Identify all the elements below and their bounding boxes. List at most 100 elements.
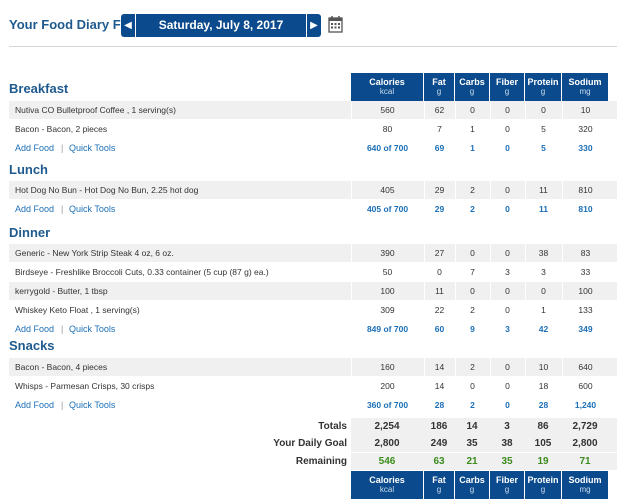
chevron-right-icon: ▶: [310, 20, 318, 31]
diary-title: Your Food Diary For:: [9, 17, 139, 32]
column-unit: g: [504, 485, 510, 494]
column-header-calories: Calories kcal: [351, 471, 423, 499]
column-unit: g: [469, 485, 475, 494]
nutrient-value-fat: 11: [424, 282, 454, 300]
column-name: Protein: [527, 475, 559, 485]
add-food-link[interactable]: Add Food: [15, 320, 54, 338]
food-entry-row[interactable]: Whisps - Parmesan Crisps, 30 crisps 200 14…: [9, 377, 617, 395]
meal-total-fiber: 0: [490, 139, 524, 157]
column-name: Sodium: [568, 475, 602, 485]
column-unit: g: [436, 485, 442, 494]
nutrient-value-sodium: 83: [562, 244, 608, 262]
food-entry-name[interactable]: Birdseye - Freshlike Broccoli Cuts, 0.33…: [15, 263, 269, 281]
food-entry-name[interactable]: Bacon - Bacon, 2 pieces: [15, 120, 107, 138]
column-unit: g: [504, 87, 510, 96]
summary-value-carbs: 35: [466, 438, 478, 449]
food-entry-row[interactable]: Hot Dog No Bun - Hot Dog No Bun, 2.25 ho…: [9, 181, 617, 199]
meal-total-carbs: 1: [455, 139, 489, 157]
nutrient-value-sodium: 600: [562, 377, 608, 395]
meal-title-lunch: Lunch: [9, 162, 48, 177]
food-entry-name[interactable]: Nutiva CO Bulletproof Coffee , 1 serving…: [15, 101, 176, 119]
food-entry-row[interactable]: Whiskey Keto Float , 1 serving(s) 309 22 2 0…: [9, 301, 617, 319]
summary-value-sodium: 2,729: [572, 421, 598, 432]
food-entry-row[interactable]: Generic - New York Strip Steak 4 oz, 6 o…: [9, 244, 617, 262]
current-date: Saturday, July 8, 2017: [158, 18, 284, 32]
quick-tools-link[interactable]: Quick Tools: [69, 320, 115, 338]
chevron-left-icon: ◀: [124, 20, 132, 31]
nutrient-value-fiber: 0: [490, 181, 524, 199]
summary-value-fat: 63: [433, 456, 445, 467]
nutrient-value-calories: 200: [351, 377, 423, 395]
food-entry-name[interactable]: Whiskey Keto Float , 1 serving(s): [15, 301, 140, 319]
meal-total-fat: 69: [424, 139, 454, 157]
nutrient-value-protein: 1: [525, 301, 561, 319]
meal-total-calories: 360 of 700: [351, 396, 423, 414]
previous-day-button[interactable]: ◀: [121, 14, 136, 37]
meal-totals-row: Add Food | Quick Tools 405 of 700 29 2 0 11 810: [9, 200, 617, 218]
nutrient-value-fat: 29: [424, 181, 454, 199]
nutrient-value-calories: 160: [351, 358, 423, 376]
quick-tools-link[interactable]: Quick Tools: [69, 139, 115, 157]
summary-value-sodium: 71: [579, 456, 591, 467]
nutrient-value-fiber: 0: [490, 101, 524, 119]
summary-value-protein: 19: [537, 456, 549, 467]
nutrient-value-calories: 405: [351, 181, 423, 199]
nutrient-value-protein: 5: [525, 120, 561, 138]
meal-totals-row: Add Food | Quick Tools 849 of 700 60 9 3 42 349: [9, 320, 617, 338]
food-entry-name[interactable]: Bacon - Bacon, 4 pieces: [15, 358, 107, 376]
nutrient-value-sodium: 133: [562, 301, 608, 319]
nutrient-value-protein: 18: [525, 377, 561, 395]
food-entry-row[interactable]: Nutiva CO Bulletproof Coffee , 1 serving…: [9, 101, 617, 119]
nutrient-value-fat: 7: [424, 120, 454, 138]
add-food-link[interactable]: Add Food: [15, 139, 54, 157]
column-name: Fiber: [495, 475, 518, 485]
food-entry-name[interactable]: kerrygold - Butter, 1 tbsp: [15, 282, 108, 300]
nutrient-value-sodium: 10: [562, 101, 608, 119]
meal-total-calories: 640 of 700: [351, 139, 423, 157]
food-entry-row[interactable]: Bacon - Bacon, 2 pieces 80 7 1 0 5 320: [9, 120, 617, 138]
link-separator: |: [61, 143, 64, 153]
column-name: Fat: [432, 77, 446, 87]
nutrient-value-calories: 50: [351, 263, 423, 281]
summary-value-fiber: 38: [501, 438, 513, 449]
food-entry-name[interactable]: Generic - New York Strip Steak 4 oz, 6 o…: [15, 244, 174, 262]
meal-total-sodium: 1,240: [562, 396, 608, 414]
column-header-protein: Protein g: [525, 73, 561, 101]
quick-tools-link[interactable]: Quick Tools: [69, 396, 115, 414]
food-entry-name[interactable]: Hot Dog No Bun - Hot Dog No Bun, 2.25 ho…: [15, 181, 198, 199]
column-name: Fiber: [495, 77, 518, 87]
next-day-button[interactable]: ▶: [306, 14, 321, 37]
header-divider: [9, 46, 617, 47]
add-food-link[interactable]: Add Food: [15, 200, 54, 218]
column-header-carbs: Carbs g: [455, 73, 489, 101]
food-entry-row[interactable]: kerrygold - Butter, 1 tbsp 100 11 0 0 0 100: [9, 282, 617, 300]
nutrient-value-protein: 0: [525, 282, 561, 300]
meal-total-fat: 29: [424, 200, 454, 218]
calendar-icon[interactable]: [328, 15, 343, 33]
nutrient-value-protein: 3: [525, 263, 561, 281]
nutrient-value-calories: 80: [351, 120, 423, 138]
column-header-fat: Fat g: [424, 471, 454, 499]
nutrient-value-carbs: 0: [455, 377, 489, 395]
nutrient-value-calories: 390: [351, 244, 423, 262]
nutrient-value-carbs: 2: [455, 181, 489, 199]
food-entry-name[interactable]: Whisps - Parmesan Crisps, 30 crisps: [15, 377, 154, 395]
nutrient-value-fat: 14: [424, 377, 454, 395]
food-entry-row[interactable]: Birdseye - Freshlike Broccoli Cuts, 0.33…: [9, 263, 617, 281]
column-name: Calories: [369, 77, 405, 87]
summary-value-fiber: 3: [504, 421, 510, 432]
link-separator: |: [61, 324, 64, 334]
quick-tools-link[interactable]: Quick Tools: [69, 200, 115, 218]
meal-title-dinner: Dinner: [9, 225, 51, 240]
column-unit: g: [540, 87, 546, 96]
column-name: Sodium: [568, 77, 602, 87]
column-unit: g: [469, 87, 475, 96]
nutrient-value-protein: 10: [525, 358, 561, 376]
add-food-link[interactable]: Add Food: [15, 396, 54, 414]
food-entry-row[interactable]: Bacon - Bacon, 4 pieces 160 14 2 0 10 640: [9, 358, 617, 376]
link-separator: |: [61, 204, 64, 214]
meal-total-protein: 42: [525, 320, 561, 338]
meal-title-breakfast: Breakfast: [9, 81, 69, 96]
summary-value-fiber: 35: [501, 456, 513, 467]
nutrient-value-sodium: 320: [562, 120, 608, 138]
